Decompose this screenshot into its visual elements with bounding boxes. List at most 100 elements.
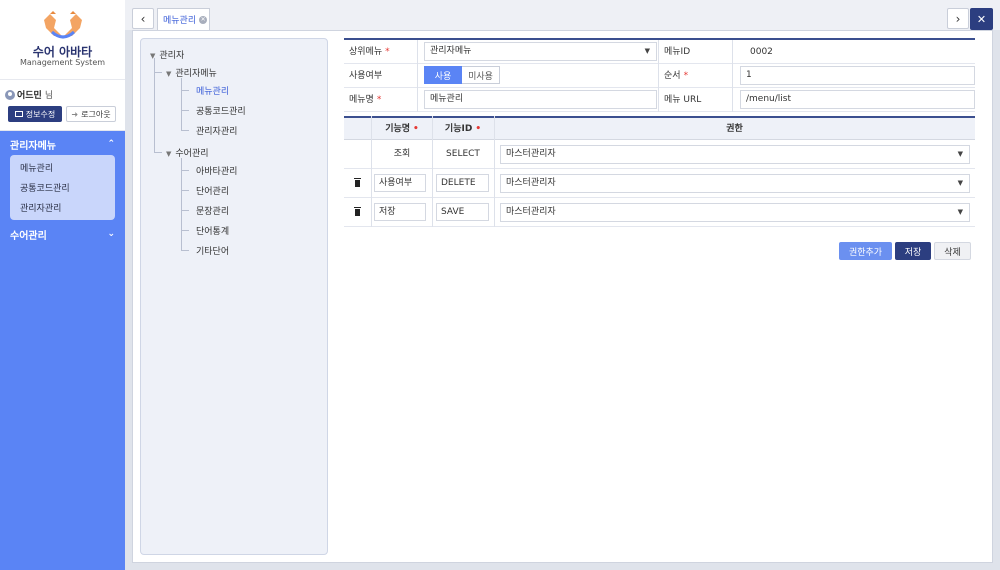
permission-select[interactable]: 마스터관리자 ▼ bbox=[500, 174, 970, 193]
tree-leaf-avatar[interactable]: 아바타관리 bbox=[196, 164, 237, 177]
monitor-icon bbox=[14, 111, 23, 117]
sidebar-group-label: 관리자메뉴 bbox=[10, 140, 56, 152]
user-name: 어드민 bbox=[17, 91, 42, 101]
col-func-id: 기능ID • bbox=[444, 124, 482, 134]
use-no-option[interactable]: 미사용 bbox=[462, 66, 500, 84]
tree-connector bbox=[181, 110, 189, 111]
delete-button[interactable]: 삭제 bbox=[934, 242, 971, 260]
logout-icon: ➜ bbox=[71, 109, 79, 119]
divider bbox=[371, 116, 372, 227]
form-row: 메뉴명 * 메뉴관리 메뉴 URL /menu/list bbox=[344, 88, 975, 112]
caret-down-icon: ▼ bbox=[957, 179, 963, 187]
chevron-left-icon: ‹ bbox=[140, 11, 146, 26]
delete-row-icon[interactable] bbox=[354, 207, 361, 216]
caret-down-icon: ▼ bbox=[644, 47, 650, 55]
sidebar-submenu: 메뉴관리 공통코드관리 관리자관리 bbox=[10, 155, 115, 220]
tab-label: 메뉴관리 bbox=[163, 16, 197, 26]
tree-root-label: 관리자 bbox=[159, 51, 185, 61]
parent-menu-select[interactable]: 관리자메뉴 ▼ bbox=[424, 42, 657, 61]
tree-leaf-other-words[interactable]: 기타단어 bbox=[196, 244, 229, 257]
required-mark: * bbox=[385, 47, 390, 57]
tree-connector bbox=[181, 170, 189, 171]
divider bbox=[0, 79, 125, 80]
divider bbox=[417, 40, 418, 112]
tree-connector bbox=[181, 190, 189, 191]
sidebar-item-common-code[interactable]: 공통코드관리 bbox=[20, 179, 115, 199]
tree-connector bbox=[181, 130, 189, 131]
menu-name-input[interactable]: 메뉴관리 bbox=[424, 90, 657, 109]
tab-next-button[interactable]: › bbox=[947, 8, 969, 29]
required-mark: • bbox=[413, 124, 419, 134]
permission-select[interactable]: 마스터관리자 ▼ bbox=[500, 203, 970, 222]
table-row: 저장 SAVE 마스터관리자 ▼ bbox=[344, 198, 975, 227]
sidebar-group-admin-menu[interactable]: 관리자메뉴 ⌃ bbox=[10, 134, 115, 154]
close-all-tabs-button[interactable]: ✕ bbox=[970, 8, 993, 30]
chevron-down-icon: ⌄ bbox=[107, 229, 115, 239]
tab-prev-button[interactable]: ‹ bbox=[132, 8, 154, 29]
use-yn-label: 사용여부 bbox=[349, 71, 383, 81]
save-button[interactable]: 저장 bbox=[895, 242, 931, 260]
tree-connector bbox=[154, 72, 162, 73]
chevron-up-icon: ⌃ bbox=[107, 139, 115, 149]
func-name-input[interactable]: 저장 bbox=[374, 203, 426, 221]
caret-down-icon: ▼ bbox=[957, 208, 963, 216]
logo-icon bbox=[44, 11, 82, 39]
menu-id-label: 메뉴ID bbox=[664, 47, 691, 57]
required-mark: * bbox=[376, 95, 382, 105]
table-header: 기능명 • 기능ID • 권한 bbox=[344, 116, 975, 140]
chevron-right-icon: › bbox=[955, 11, 961, 26]
sidebar-item-menu[interactable]: 메뉴관리 bbox=[20, 159, 115, 179]
col-func-name: 기능명 • bbox=[385, 124, 419, 134]
table-row: 조회 SELECT 마스터관리자 ▼ bbox=[344, 140, 975, 169]
func-name-input[interactable]: 사용여부 bbox=[374, 174, 426, 192]
sidebar-group-sign-language[interactable]: 수어관리 ⌄ bbox=[10, 224, 115, 244]
tree-connector bbox=[181, 210, 189, 211]
logout-label: 로그아웃 bbox=[81, 109, 111, 119]
caret-down-icon: ▼ bbox=[166, 70, 172, 78]
use-yn-toggle: 사용 미사용 bbox=[424, 66, 500, 84]
menu-name-label: 메뉴명 * bbox=[349, 95, 382, 105]
tree-leaf-word[interactable]: 단어관리 bbox=[196, 184, 229, 197]
user-info: 어드민 님 bbox=[5, 88, 53, 101]
required-mark: • bbox=[475, 124, 482, 134]
tree-leaf-sentence[interactable]: 문장관리 bbox=[196, 204, 229, 217]
tree-root[interactable]: ▼ 관리자 bbox=[150, 48, 184, 61]
func-id-input[interactable]: SAVE bbox=[436, 203, 489, 221]
tree-leaf-menu[interactable]: 메뉴관리 bbox=[196, 84, 229, 97]
tree-leaf-common-code[interactable]: 공통코드관리 bbox=[196, 104, 246, 117]
order-input[interactable]: 1 bbox=[740, 66, 975, 85]
tree-leaf-admin[interactable]: 관리자관리 bbox=[196, 124, 237, 137]
divider bbox=[732, 40, 733, 112]
tab-close-icon[interactable]: ✕ bbox=[199, 15, 208, 24]
use-yes-option[interactable]: 사용 bbox=[424, 66, 462, 84]
divider bbox=[432, 116, 433, 227]
edit-info-label: 정보수정 bbox=[25, 109, 56, 119]
divider bbox=[658, 40, 659, 112]
tree-connector bbox=[181, 250, 189, 251]
menu-url-input[interactable]: /menu/list bbox=[740, 90, 975, 109]
delete-row-icon[interactable] bbox=[354, 178, 361, 187]
tab-menu-management[interactable]: 메뉴관리 ✕ bbox=[157, 8, 210, 30]
tree-node-sign-language[interactable]: ▼ 수어관리 bbox=[166, 146, 209, 159]
parent-menu-label: 상위메뉴 * bbox=[349, 47, 390, 57]
edit-info-button[interactable]: 정보수정 bbox=[8, 106, 62, 122]
close-icon: ✕ bbox=[976, 12, 987, 26]
permission-select[interactable]: 마스터관리자 ▼ bbox=[500, 145, 970, 164]
tree-node-label: 수어관리 bbox=[175, 149, 209, 159]
order-label: 순서 * bbox=[664, 71, 689, 81]
caret-down-icon: ▼ bbox=[166, 150, 172, 158]
add-permission-button[interactable]: 권한추가 bbox=[839, 242, 892, 260]
tree-connector bbox=[154, 152, 162, 153]
sidebar-item-admin[interactable]: 관리자관리 bbox=[20, 199, 115, 219]
logout-button[interactable]: ➜ 로그아웃 bbox=[66, 106, 116, 122]
tree-node-admin-menu[interactable]: ▼ 관리자메뉴 bbox=[166, 66, 217, 79]
tree-connector bbox=[181, 78, 182, 130]
tree-leaf-word-stats[interactable]: 단어통계 bbox=[196, 224, 229, 237]
col-permission: 권한 bbox=[726, 124, 743, 134]
caret-down-icon: ▼ bbox=[150, 52, 156, 60]
user-icon bbox=[5, 89, 15, 100]
tree-connector bbox=[181, 90, 189, 91]
sidebar-group-label: 수어관리 bbox=[10, 230, 47, 242]
sidebar-header: 수어 아바타 Management System 어드민 님 정보수정 ➜ 로그… bbox=[0, 0, 125, 131]
func-id-input[interactable]: DELETE bbox=[436, 174, 489, 192]
